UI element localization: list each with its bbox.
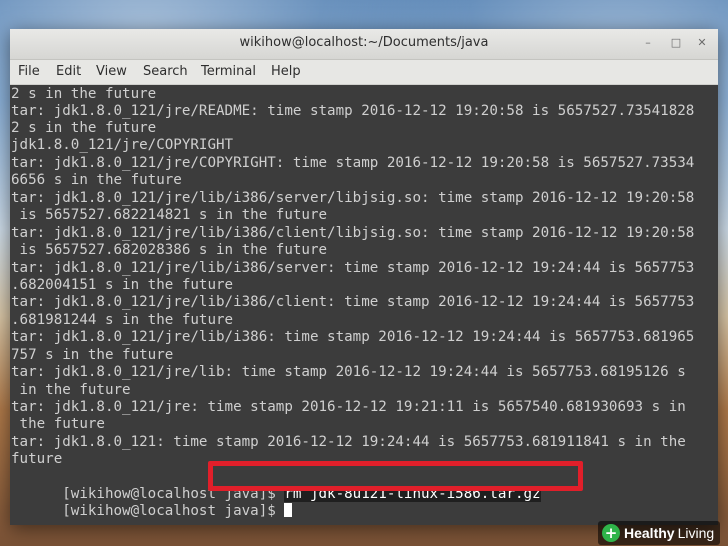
menu-view[interactable]: View — [96, 64, 127, 79]
terminal-line: tar: jdk1.8.0_121: time stamp 2016-12-12… — [11, 434, 686, 450]
terminal-line: 757 s in the future — [11, 347, 174, 363]
shell-prompt: [wikihow@localhost java]$ — [62, 503, 285, 519]
terminal-line: .682004151 s in the future — [11, 277, 234, 293]
terminal-line: .681981244 s in the future — [11, 312, 234, 328]
terminal-line: is 5657527.682214821 s in the future — [11, 207, 328, 223]
watermark-brand2: Living — [677, 525, 715, 541]
watermark-brand: Healthy — [624, 525, 675, 541]
menu-edit[interactable]: Edit — [56, 64, 81, 79]
terminal-line: 2 s in the future — [11, 86, 157, 102]
terminal-line: the future — [11, 416, 105, 432]
terminal-line: 6656 s in the future — [11, 172, 182, 188]
minimize-button[interactable]: – — [638, 34, 658, 52]
terminal-line: tar: jdk1.8.0_121/jre/lib: time stamp 20… — [11, 364, 686, 380]
terminal-line: is 5657527.682028386 s in the future — [11, 242, 328, 258]
close-button[interactable]: ✕ — [692, 34, 712, 52]
menu-search[interactable]: Search — [143, 64, 188, 79]
maximize-button[interactable]: □ — [666, 34, 686, 52]
terminal-line: tar: jdk1.8.0_121/jre/README: time stamp… — [11, 103, 695, 119]
terminal-line: in the future — [11, 382, 131, 398]
text-cursor — [284, 503, 293, 517]
menu-terminal[interactable]: Terminal — [201, 64, 256, 79]
terminal-line: tar: jdk1.8.0_121/jre: time stamp 2016-1… — [11, 399, 686, 415]
menu-file[interactable]: File — [18, 64, 40, 79]
window-title: wikihow@localhost:~/Documents/java — [239, 35, 489, 50]
terminal-line: jdk1.8.0_121/jre/COPYRIGHT — [11, 137, 234, 153]
terminal-line: tar: jdk1.8.0_121/jre/lib/i386/server: t… — [11, 260, 695, 276]
command-highlight-box — [208, 461, 583, 491]
plus-icon: + — [602, 524, 620, 542]
menu-bar: File Edit View Search Terminal Help — [10, 60, 718, 85]
watermark: + Healthy Living — [598, 521, 721, 545]
terminal-line: tar: jdk1.8.0_121/jre/lib/i386/client/li… — [11, 225, 695, 241]
terminal-output[interactable]: 2 s in the future tar: jdk1.8.0_121/jre/… — [10, 85, 718, 525]
title-bar[interactable]: wikihow@localhost:~/Documents/java – □ ✕ — [10, 29, 718, 60]
terminal-line: future — [11, 451, 63, 467]
terminal-line: 2 s in the future — [11, 120, 157, 136]
terminal-line: tar: jdk1.8.0_121/jre/COPYRIGHT: time st… — [11, 155, 695, 171]
terminal-line: tar: jdk1.8.0_121/jre/lib/i386/server/li… — [11, 190, 695, 206]
terminal-window: wikihow@localhost:~/Documents/java – □ ✕… — [10, 29, 718, 525]
terminal-line: tar: jdk1.8.0_121/jre/lib/i386/client: t… — [11, 294, 695, 310]
menu-help[interactable]: Help — [271, 64, 301, 79]
terminal-line: tar: jdk1.8.0_121/jre/lib/i386: time sta… — [11, 329, 695, 345]
